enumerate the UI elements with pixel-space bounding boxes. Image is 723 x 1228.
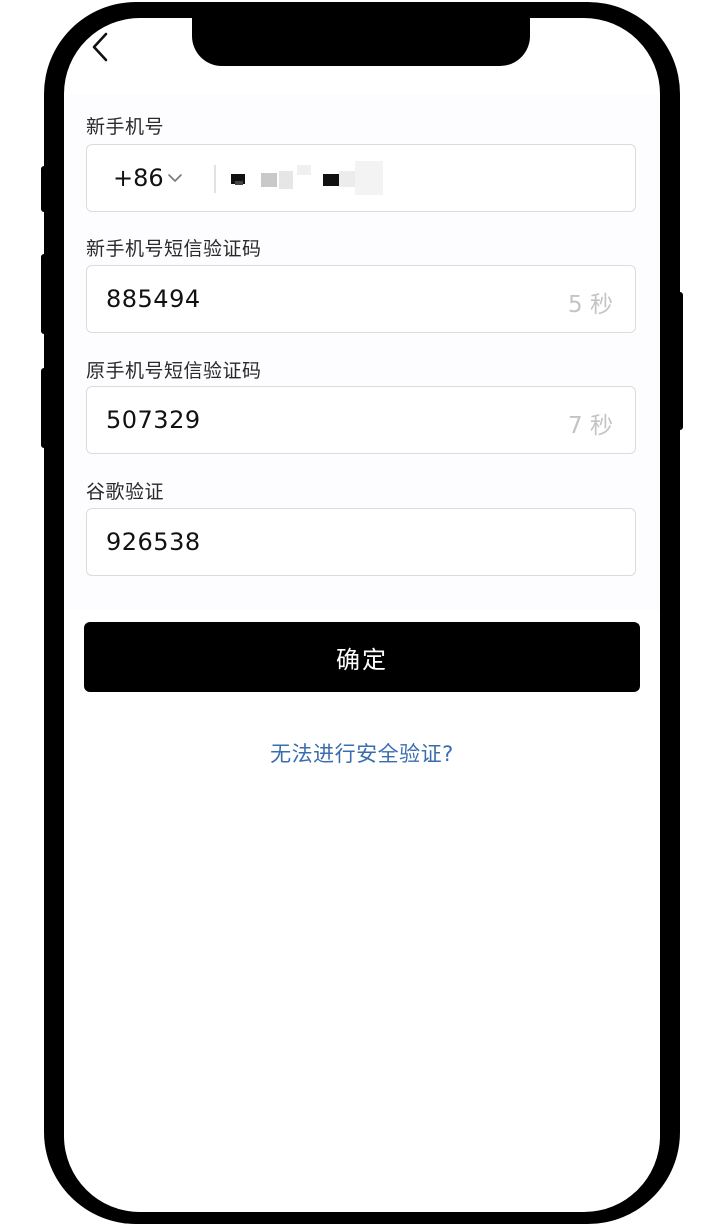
field-divider xyxy=(214,165,216,193)
change-phone-form: 新手机号 +86 新手机号短信验证码 885494 5 秒 原手机号短信验证码 … xyxy=(64,94,660,610)
back-button[interactable] xyxy=(86,30,116,66)
new-phone-sms-label: 新手机号短信验证码 xyxy=(86,238,262,260)
old-phone-sms-timer: 7 秒 xyxy=(568,413,613,439)
old-phone-sms-field[interactable]: 507329 7 秒 xyxy=(86,386,636,454)
old-phone-sms-value: 507329 xyxy=(106,406,201,434)
redacted-phone-number xyxy=(227,161,397,197)
google-auth-value: 926538 xyxy=(106,528,201,556)
device-stage: 新手机号 +86 新手机号短信验证码 885494 5 秒 原手机号短信验证码 … xyxy=(0,0,723,1228)
new-phone-sms-field[interactable]: 885494 5 秒 xyxy=(86,265,636,333)
chevron-down-icon[interactable] xyxy=(167,173,183,183)
new-phone-label: 新手机号 xyxy=(86,116,165,138)
new-phone-field[interactable]: +86 xyxy=(86,144,636,212)
camera-notch xyxy=(192,18,530,66)
google-auth-label: 谷歌验证 xyxy=(86,481,165,503)
cannot-verify-link[interactable]: 无法进行安全验证? xyxy=(64,738,660,768)
new-phone-sms-value: 885494 xyxy=(106,285,201,313)
new-phone-sms-timer: 5 秒 xyxy=(568,292,613,318)
country-code-select[interactable]: +86 xyxy=(113,164,164,192)
confirm-button[interactable]: 确定 xyxy=(84,622,640,692)
phone-screen: 新手机号 +86 新手机号短信验证码 885494 5 秒 原手机号短信验证码 … xyxy=(64,18,660,1212)
old-phone-sms-label: 原手机号短信验证码 xyxy=(86,360,262,382)
chevron-left-icon xyxy=(92,32,108,62)
google-auth-field[interactable]: 926538 xyxy=(86,508,636,576)
